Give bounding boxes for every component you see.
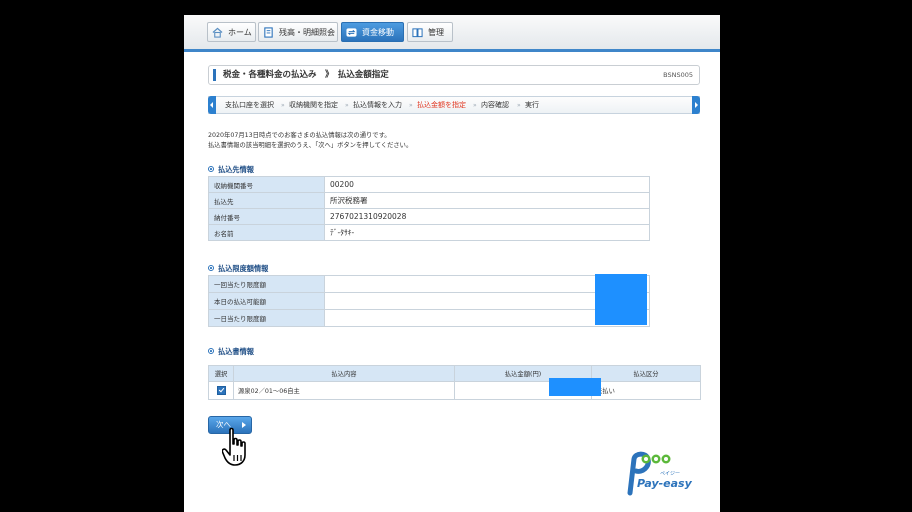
step-enter-info: 払込情報を入力	[353, 101, 402, 109]
table-row: 収納機関番号 00200	[208, 176, 650, 193]
row-label: 一回当たり限度額	[208, 275, 325, 293]
section-heading-label: 払込書情報	[218, 347, 254, 356]
table-row: お名前 ﾃﾞ-ﾀｻｷ-	[208, 224, 650, 241]
hand-pointer-cursor-icon	[222, 427, 246, 466]
page-title: 税金・各種料金の払込み 》 払込金額指定	[223, 70, 389, 80]
table-row: 一回当たり限度額	[208, 275, 650, 293]
step-confirm: 内容確認	[481, 101, 509, 109]
row-label: 納付番号	[208, 208, 325, 225]
instruction-line: 払込書情報の該当明細を選択のうえ、「次へ」ボタンを押してください。	[208, 142, 413, 149]
limit-info-table: 一回当たり限度額 本日の払込可能額 一日当たり限度額	[208, 275, 650, 327]
tab-fund-transfer[interactable]: 資金移動	[341, 22, 404, 42]
table-row: 払込先 所沢税務署	[208, 192, 650, 209]
table-row: 本日の払込可能額	[208, 292, 650, 310]
row-label: 払込先	[208, 192, 325, 209]
section-bullet-icon	[208, 166, 214, 172]
document-icon	[264, 27, 273, 38]
row-label: 本日の払込可能額	[208, 292, 325, 310]
step-execute: 実行	[525, 101, 539, 109]
section-heading-limits: 払込限度額情報	[208, 264, 268, 274]
section-bullet-icon	[208, 348, 214, 354]
transfer-icon	[346, 28, 357, 37]
instruction-line: 2020年07月13日時点でのお客さまの払込情報は次の通りです。	[208, 132, 391, 139]
tab-label: 資金移動	[362, 28, 394, 37]
pay-easy-logo: ペイジー Pay-easy	[627, 451, 693, 496]
step-separator: »	[473, 102, 477, 109]
payee-info-table: 収納機関番号 00200 払込先 所沢税務署 納付番号 276702131092…	[208, 176, 650, 241]
row-label: 一日当たり限度額	[208, 309, 325, 327]
table-row: 納付番号 2767021310920028	[208, 208, 650, 225]
row-value: ﾃﾞ-ﾀｻｷ-	[324, 224, 650, 241]
select-cell[interactable]	[208, 381, 234, 400]
screen-code: BSNS005	[663, 71, 693, 79]
select-checkbox[interactable]	[216, 386, 226, 395]
column-header: 払込区分	[591, 365, 701, 382]
table-row[interactable]: 源泉02／01～06自主 未払い	[208, 381, 701, 400]
steps-left-cap	[208, 96, 216, 114]
global-nav: ホーム 残高・明細照会 資金移動 管理	[184, 15, 720, 52]
section-bullet-icon	[208, 265, 214, 271]
tab-balance-inquiry[interactable]: 残高・明細照会	[258, 22, 338, 42]
step-separator: »	[409, 102, 413, 109]
row-value: 2767021310920028	[324, 208, 650, 225]
tab-label: 残高・明細照会	[279, 28, 335, 37]
row-value: 00200	[324, 176, 650, 193]
step-select-account: 支払口座を選択	[225, 101, 274, 109]
step-specify-amount: 払込金額を指定	[417, 101, 466, 109]
step-specify-agency: 収納機関を指定	[289, 101, 338, 109]
section-heading-label: 払込先情報	[218, 165, 254, 174]
row-label: 収納機関番号	[208, 176, 325, 193]
home-icon	[212, 27, 223, 38]
book-icon	[412, 28, 423, 38]
content-cell: 源泉02／01～06自主	[233, 381, 455, 400]
column-header: 払込内容	[233, 365, 455, 382]
tab-label: ホーム	[228, 28, 252, 37]
progress-steps: 支払口座を選択 » 収納機関を指定 » 払込情報を入力 » 払込金額を指定 » …	[208, 96, 700, 114]
table-row: 一日当たり限度額	[208, 309, 650, 327]
redaction-block	[595, 274, 647, 325]
section-heading-label: 払込限度額情報	[218, 264, 269, 273]
instruction-text: 2020年07月13日時点でのお客さまの払込情報は次の通りです。 払込書情報の該…	[208, 131, 412, 151]
bill-info-table: 選択 払込内容 払込金額(円) 払込区分 源泉02／01～06自主 未払い	[208, 365, 701, 400]
page-title-bar: 税金・各種料金の払込み 》 払込金額指定 BSNS005	[208, 65, 700, 85]
step-separator: »	[517, 102, 521, 109]
column-header: 選択	[208, 365, 234, 382]
row-label: お名前	[208, 224, 325, 241]
step-separator: »	[345, 102, 349, 109]
tab-management[interactable]: 管理	[407, 22, 453, 42]
row-value: 所沢税務署	[324, 192, 650, 209]
title-marker	[213, 69, 216, 81]
status-cell: 未払い	[591, 381, 701, 400]
section-heading-bills: 払込書情報	[208, 347, 254, 357]
table-header-row: 選択 払込内容 払込金額(円) 払込区分	[208, 365, 701, 382]
logo-text: Pay-easy	[637, 477, 693, 490]
browser-page: ホーム 残高・明細照会 資金移動 管理 税金・各種料金の払込み 》 払込金額指定	[184, 15, 720, 512]
section-heading-payee: 払込先情報	[208, 165, 254, 175]
tab-home[interactable]: ホーム	[207, 22, 256, 42]
tab-label: 管理	[428, 28, 444, 37]
steps-right-cap	[692, 96, 700, 114]
redaction-block	[549, 378, 601, 396]
step-separator: »	[281, 102, 285, 109]
